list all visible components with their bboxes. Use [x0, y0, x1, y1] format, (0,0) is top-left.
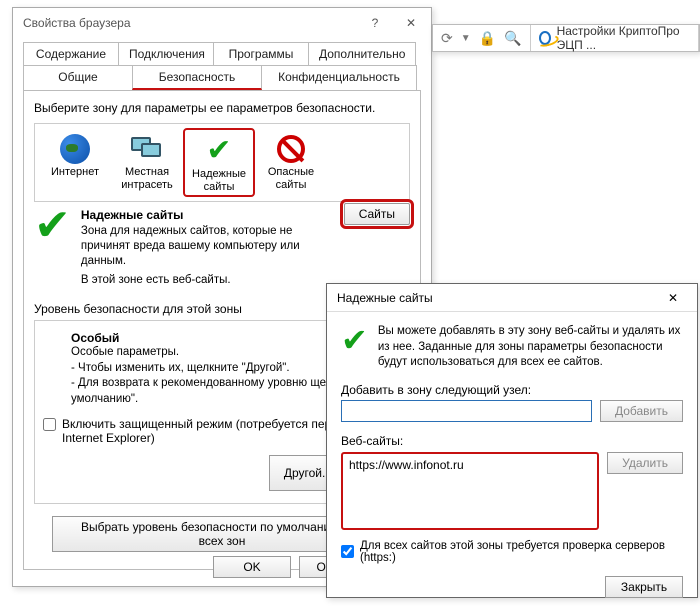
window-title: Надежные сайты — [337, 291, 433, 305]
forbidden-icon — [277, 135, 305, 163]
close-icon[interactable]: ✕ — [395, 12, 427, 34]
zone-internet[interactable]: Интернет — [39, 128, 111, 197]
check-icon: ✔ — [341, 324, 368, 356]
help-icon[interactable]: ? — [359, 12, 391, 34]
titlebar[interactable]: Надежные сайты ✕ — [327, 284, 697, 312]
tab-security[interactable]: Безопасность — [132, 65, 262, 90]
zone-prompt: Выберите зону для параметры ее параметро… — [34, 101, 410, 115]
add-label: Добавить в зону следующий узел: — [341, 383, 683, 397]
trusted-heading: Надежные сайты — [81, 208, 311, 222]
browser-tabstrip: ⟳ ▼ 🔒 🔍 Настройки КриптоПро ЭЦП ... — [432, 24, 700, 52]
monitors-icon — [131, 135, 163, 163]
trusted-desc2: В этой зоне есть веб-сайты. — [81, 273, 311, 288]
ie-icon — [539, 31, 551, 45]
tab-content[interactable]: Содержание — [23, 42, 119, 65]
search-icon[interactable]: 🔍 — [504, 30, 521, 47]
tabs-row-1: Содержание Подключения Программы Дополни… — [23, 42, 421, 65]
https-label: Для всех сайтов этой зоны требуется пров… — [360, 540, 683, 564]
globe-icon — [60, 134, 90, 164]
trusted-desc: Зона для надежных сайтов, которые не при… — [81, 224, 311, 269]
titlebar[interactable]: Свойства браузера ? ✕ — [13, 8, 431, 38]
zone-restricted[interactable]: Опасные сайты — [255, 128, 327, 197]
zone-trusted[interactable]: ✔ Надежные сайты — [183, 128, 255, 197]
check-icon: ✔ — [206, 136, 231, 166]
zone-label: Интернет — [41, 166, 109, 179]
list-item[interactable]: https://www.infonot.ru — [349, 458, 591, 472]
sites-listbox[interactable]: https://www.infonot.ru — [341, 452, 599, 530]
zone-label: Надежные сайты — [187, 168, 251, 193]
list-label: Веб-сайты: — [341, 434, 683, 448]
sites-button[interactable]: Сайты — [344, 203, 410, 225]
tab-programs[interactable]: Программы — [213, 42, 309, 65]
protected-mode-checkbox[interactable] — [43, 418, 56, 431]
refresh-icon[interactable]: ⟳ — [441, 30, 453, 47]
browser-nav: ⟳ ▼ 🔒 🔍 — [433, 25, 531, 51]
zone-label: Местная интрасеть — [113, 166, 181, 191]
tab-advanced[interactable]: Дополнительно — [308, 42, 416, 65]
tab-connections[interactable]: Подключения — [118, 42, 214, 65]
browser-tab-title: Настройки КриптоПро ЭЦП ... — [557, 24, 690, 52]
add-site-input[interactable] — [341, 400, 592, 422]
zones-list: Интернет Местная интрасеть ✔ Надежные са… — [34, 123, 410, 202]
check-icon: ✔ — [34, 204, 71, 248]
trusted-intro: Вы можете добавлять в эту зону веб-сайты… — [378, 324, 683, 371]
tab-general[interactable]: Общие — [23, 65, 133, 90]
https-checkbox[interactable] — [341, 545, 354, 558]
ok-button[interactable]: OK — [213, 556, 291, 578]
tabs-row-2: Общие Безопасность Конфиденциальность — [23, 65, 421, 90]
add-button[interactable]: Добавить — [600, 400, 683, 422]
lock-icon: 🔒 — [479, 30, 496, 47]
browser-tab[interactable]: Настройки КриптоПро ЭЦП ... — [531, 25, 699, 51]
tab-privacy[interactable]: Конфиденциальность — [261, 65, 417, 90]
remove-button[interactable]: Удалить — [607, 452, 683, 474]
zone-label: Опасные сайты — [257, 166, 325, 191]
window-title: Свойства браузера — [23, 16, 131, 30]
trusted-sites-window: Надежные сайты ✕ ✔ Вы можете добавлять в… — [326, 283, 698, 598]
close-button[interactable]: Закрыть — [605, 576, 683, 598]
close-icon[interactable]: ✕ — [653, 286, 693, 310]
zone-intranet[interactable]: Местная интрасеть — [111, 128, 183, 197]
